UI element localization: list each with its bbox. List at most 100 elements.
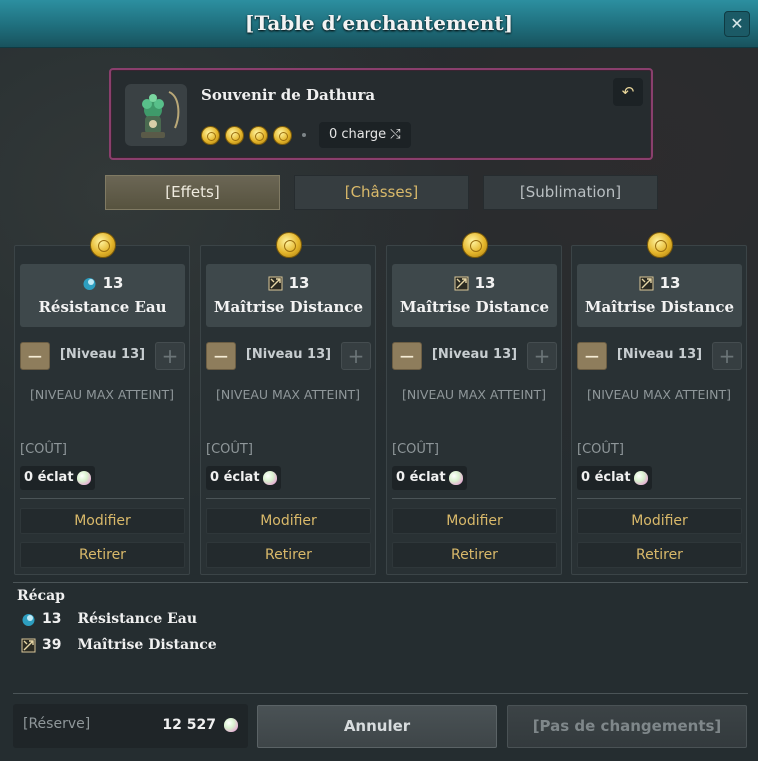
max-level-note: [NIVEAU MAX ATTEINT] (587, 387, 731, 402)
tab-sublimation[interactable]: [Sublimation] (483, 175, 658, 210)
reserve-label: [Réserve] (23, 716, 91, 732)
remove-button[interactable]: Retirer (577, 542, 742, 568)
card-divider (392, 498, 556, 499)
shard-icon (224, 718, 238, 732)
distance-mastery-icon (639, 276, 654, 290)
effect-card: 13 Maîtrise Distance − [Niveau 13] + [NI… (571, 232, 747, 575)
recap-divider (13, 582, 748, 583)
reserve-box: [Réserve] 12 527 (13, 704, 248, 748)
max-level-note: [NIVEAU MAX ATTEINT] (216, 387, 360, 402)
level-label: [Niveau 13] (431, 347, 518, 362)
effect-card: 13 Maîtrise Distance − [Niveau 13] + [NI… (386, 232, 562, 575)
stat-name: Maîtrise Distance (213, 298, 364, 316)
decrease-level-button[interactable]: − (577, 342, 607, 370)
modify-button[interactable]: Modifier (392, 508, 557, 534)
remove-button[interactable]: Retirer (392, 542, 557, 568)
undo-button[interactable]: ↶ (613, 78, 643, 106)
max-level-note: [NIVEAU MAX ATTEINT] (30, 387, 174, 402)
footer-divider (13, 693, 748, 694)
distance-mastery-icon (268, 276, 283, 290)
stat-box: 13 Résistance Eau (20, 264, 185, 327)
cost-value: 0 éclat (581, 470, 631, 485)
decrease-level-button[interactable]: − (206, 342, 236, 370)
level-stepper: − [Niveau 13] + (206, 342, 371, 370)
level-stepper: − [Niveau 13] + (20, 342, 185, 370)
window-title: [Table d’enchantement] (244, 11, 514, 35)
cancel-button[interactable]: Annuler (257, 705, 497, 748)
recap-value: 39 (42, 637, 62, 653)
effect-card: 13 Maîtrise Distance − [Niveau 13] + [NI… (200, 232, 376, 575)
water-resistance-icon (83, 277, 96, 290)
item-image-icon (125, 84, 187, 146)
reserve-value-group: 12 527 (162, 717, 238, 733)
increase-level-button[interactable]: + (155, 342, 185, 370)
gold-coin-icon (201, 125, 220, 145)
tab-bar: [Effets] [Châsses] [Sublimation] (105, 175, 658, 210)
remove-button[interactable]: Retirer (20, 542, 185, 568)
tab-effects[interactable]: [Effets] (105, 175, 280, 210)
level-label: [Niveau 13] (245, 347, 332, 362)
modify-button[interactable]: Modifier (577, 508, 742, 534)
charge-text: 0 charge (329, 127, 387, 142)
modify-button[interactable]: Modifier (206, 508, 371, 534)
increase-level-button[interactable]: + (527, 342, 557, 370)
cost-label: [COÛT] (392, 442, 439, 457)
no-changes-button[interactable]: [Pas de changements] (507, 705, 747, 748)
reserve-value: 12 527 (162, 717, 216, 733)
item-name: Souvenir de Dathura (201, 86, 376, 104)
cost-chip: 0 éclat (577, 466, 652, 490)
stat-value: 13 (102, 274, 124, 292)
stat-box: 13 Maîtrise Distance (392, 264, 557, 327)
item-coins: 0 charge ⤭ (201, 122, 411, 148)
effect-cards: 13 Résistance Eau − [Niveau 13] + [NIVEA… (14, 231, 748, 575)
gold-coin-icon (249, 125, 268, 145)
recap-title: Récap (17, 588, 65, 604)
increase-level-button[interactable]: + (341, 342, 371, 370)
stat-name: Résistance Eau (38, 298, 167, 316)
stat-box: 13 Maîtrise Distance (577, 264, 742, 327)
level-stepper: − [Niveau 13] + (392, 342, 557, 370)
effect-card: 13 Résistance Eau − [Niveau 13] + [NIVEA… (14, 232, 190, 575)
shard-icon (262, 471, 277, 485)
stat-name: Maîtrise Distance (399, 298, 550, 316)
increase-level-button[interactable]: + (712, 342, 742, 370)
gold-coin-icon (647, 232, 673, 258)
card-divider (206, 498, 370, 499)
shard-icon (633, 471, 648, 485)
gold-coin-icon (276, 232, 302, 258)
decrease-level-button[interactable]: − (20, 342, 50, 370)
cost-label: [COÛT] (20, 442, 67, 457)
cost-value: 0 éclat (210, 470, 260, 485)
title-bar: [Table d’enchantement] ✕ (0, 0, 758, 48)
close-button[interactable]: ✕ (724, 11, 750, 37)
recap-row: 13 Résistance Eau (21, 611, 197, 627)
enchantment-window: [Table d’enchantement] ✕ Souvenir de Dat… (0, 0, 758, 761)
stat-value: 13 (474, 274, 496, 292)
cost-chip: 0 éclat (392, 466, 467, 490)
decrease-level-button[interactable]: − (392, 342, 422, 370)
distance-mastery-icon (21, 638, 36, 652)
max-level-note: [NIVEAU MAX ATTEINT] (402, 387, 546, 402)
cost-value: 0 éclat (396, 470, 446, 485)
stat-box: 13 Maîtrise Distance (206, 264, 371, 327)
gold-coin-icon (225, 125, 244, 145)
recap-stat-name: Résistance Eau (77, 611, 198, 627)
recap-value: 13 (42, 611, 62, 627)
cost-label: [COÛT] (206, 442, 253, 457)
recap-row: 39 Maîtrise Distance (21, 637, 217, 653)
water-resistance-icon (22, 613, 35, 626)
card-divider (577, 498, 741, 499)
distance-mastery-icon (454, 276, 469, 290)
level-label: [Niveau 13] (616, 347, 703, 362)
remove-button[interactable]: Retirer (206, 542, 371, 568)
separator-dot (302, 133, 306, 137)
modify-button[interactable]: Modifier (20, 508, 185, 534)
level-stepper: − [Niveau 13] + (577, 342, 742, 370)
recap-stat-name: Maîtrise Distance (77, 637, 217, 653)
stat-name: Maîtrise Distance (584, 298, 735, 316)
cost-chip: 0 éclat (20, 466, 95, 490)
shard-icon (76, 471, 91, 485)
tab-sockets[interactable]: [Châsses] (294, 175, 469, 210)
card-divider (20, 498, 184, 499)
level-label: [Niveau 13] (59, 347, 146, 362)
